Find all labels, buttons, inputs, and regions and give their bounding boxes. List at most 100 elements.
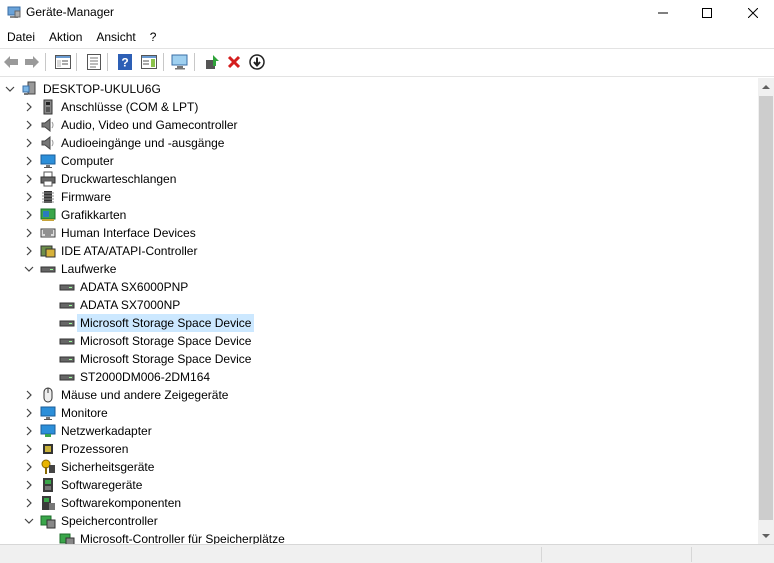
chevron-right-icon[interactable]	[24, 426, 34, 436]
chevron-right-icon[interactable]	[24, 192, 34, 202]
help-icon[interactable]: ?	[115, 52, 135, 72]
chevron-right-icon[interactable]	[24, 102, 34, 112]
display-adapter-icon	[40, 207, 56, 223]
tree-category-sicherheitsger-te[interactable]: Sicherheitsgeräte	[0, 458, 157, 476]
tree-category-label: Grafikkarten	[61, 208, 127, 222]
tree-category-computer[interactable]: Computer	[0, 152, 117, 170]
tree-device-item[interactable]: ADATA SX7000NP	[0, 296, 183, 314]
update-driver-icon[interactable]	[202, 52, 222, 72]
status-bar	[0, 544, 774, 563]
chevron-right-icon[interactable]	[24, 246, 34, 256]
scrollbar-thumb[interactable]	[759, 96, 773, 520]
tree-category-prozessoren[interactable]: Prozessoren	[0, 440, 131, 458]
show-hide-tree-icon[interactable]	[53, 52, 73, 72]
scan-hardware-icon[interactable]	[170, 52, 190, 72]
tree-device-item[interactable]: ST2000DM006-2DM164	[0, 368, 213, 386]
printer-icon	[40, 171, 56, 187]
chevron-right-icon[interactable]	[24, 156, 34, 166]
scroll-down-arrow-icon[interactable]	[758, 527, 774, 544]
tree-category-label: Audioeingänge und -ausgänge	[61, 136, 225, 150]
device-tree: DESKTOP-UKULU6G Anschlüsse (COM & LPT) Au…	[0, 78, 758, 544]
software-device-icon	[40, 477, 56, 493]
tree-category-softwarekomponenten[interactable]: Softwarekomponenten	[0, 494, 184, 512]
toolbar-divider	[0, 76, 774, 77]
monitor-icon	[40, 405, 56, 421]
software-component-icon	[40, 495, 56, 511]
tree-device-item[interactable]: ADATA SX6000PNP	[0, 278, 191, 296]
chevron-right-icon[interactable]	[24, 228, 34, 238]
chevron-right-icon[interactable]	[24, 120, 34, 130]
chevron-right-icon[interactable]	[24, 444, 34, 454]
tree-category-softwareger-te[interactable]: Softwaregeräte	[0, 476, 145, 494]
tree-category-label: Monitore	[61, 406, 108, 420]
status-pane	[541, 547, 691, 562]
menu-ansicht[interactable]: Ansicht	[89, 27, 142, 47]
close-button[interactable]	[730, 0, 774, 26]
disable-device-icon[interactable]	[247, 52, 267, 72]
menu-datei[interactable]: Datei	[0, 27, 42, 47]
speaker-icon	[40, 117, 56, 133]
scroll-up-arrow-icon[interactable]	[758, 78, 774, 95]
tree-root[interactable]: DESKTOP-UKULU6G	[0, 80, 164, 98]
chevron-down-icon[interactable]	[24, 264, 34, 274]
chevron-right-icon[interactable]	[24, 138, 34, 148]
network-adapter-icon	[40, 423, 56, 439]
uninstall-device-icon[interactable]	[224, 52, 244, 72]
tree-category-label: Human Interface Devices	[61, 226, 196, 240]
disk-drive-icon	[59, 279, 75, 295]
tree-category-label: IDE ATA/ATAPI-Controller	[61, 244, 198, 258]
maximize-button[interactable]	[684, 0, 730, 26]
tree-device-item[interactable]: Microsoft-Controller für Speicherplätze	[0, 530, 288, 544]
tree-category-m-use-und-andere-zeigeger-te[interactable]: Mäuse und andere Zeigegeräte	[0, 386, 231, 404]
tree-category-human-interface-devices[interactable]: Human Interface Devices	[0, 224, 199, 242]
minimize-button[interactable]	[640, 0, 686, 26]
tree-device-label: Microsoft Storage Space Device	[80, 352, 252, 366]
tree-category-label: Druckwarteschlangen	[61, 172, 177, 186]
tree-device-label: ST2000DM006-2DM164	[80, 370, 211, 384]
tree-category-audio-video-und-gamecontroller[interactable]: Audio, Video und Gamecontroller	[0, 116, 241, 134]
tree-device-item[interactable]: Microsoft Storage Space Device	[0, 350, 254, 368]
menu-help[interactable]: ?	[143, 27, 164, 47]
properties-icon[interactable]	[84, 52, 104, 72]
tree-device-label: ADATA SX6000PNP	[80, 280, 189, 294]
tree-category-firmware[interactable]: Firmware	[0, 188, 114, 206]
tree-category-label: Netzwerkadapter	[61, 424, 152, 438]
tree-category-laufwerke[interactable]: Laufwerke	[0, 260, 119, 278]
chevron-down-icon[interactable]	[5, 84, 15, 94]
tree-category-anschl-sse-com-lpt[interactable]: Anschlüsse (COM & LPT)	[0, 98, 201, 116]
menu-aktion[interactable]: Aktion	[42, 27, 89, 47]
vertical-scrollbar[interactable]	[758, 78, 774, 544]
tree-category-label: Laufwerke	[61, 262, 117, 276]
menu-bar: Datei Aktion Ansicht ?	[0, 27, 163, 47]
chevron-right-icon[interactable]	[24, 480, 34, 490]
back-arrow-icon[interactable]	[1, 52, 21, 72]
toolbar: ?	[0, 50, 774, 74]
tree-category-grafikkarten[interactable]: Grafikkarten	[0, 206, 129, 224]
chevron-down-icon[interactable]	[24, 516, 34, 526]
chevron-right-icon[interactable]	[24, 462, 34, 472]
tree-category-speichercontroller[interactable]: Speichercontroller	[0, 512, 161, 530]
show-hide-action-pane-icon[interactable]	[139, 52, 159, 72]
chevron-right-icon[interactable]	[24, 210, 34, 220]
title-bar: Geräte-Manager	[0, 0, 774, 26]
tree-category-netzwerkadapter[interactable]: Netzwerkadapter	[0, 422, 155, 440]
chevron-right-icon[interactable]	[24, 390, 34, 400]
tree-device-item[interactable]: Microsoft Storage Space Device	[0, 314, 255, 332]
disk-drive-icon	[59, 369, 75, 385]
security-key-icon	[40, 459, 56, 475]
tree-category-audioeing-nge-und-ausg-nge[interactable]: Audioeingänge und -ausgänge	[0, 134, 227, 152]
processor-icon	[40, 441, 56, 457]
chevron-right-icon[interactable]	[24, 174, 34, 184]
tree-device-item[interactable]: Microsoft Storage Space Device	[0, 332, 254, 350]
tree-category-druckwarteschlangen[interactable]: Druckwarteschlangen	[0, 170, 179, 188]
tree-device-label: Microsoft Storage Space Device	[77, 314, 255, 332]
chevron-right-icon[interactable]	[24, 498, 34, 508]
disk-drive-icon	[59, 315, 75, 331]
forward-arrow-icon[interactable]	[22, 52, 42, 72]
tree-category-monitore[interactable]: Monitore	[0, 404, 111, 422]
tree-category-ide-ata-atapi-controller[interactable]: IDE ATA/ATAPI-Controller	[0, 242, 200, 260]
tree-category-label: Softwaregeräte	[61, 478, 143, 492]
chevron-right-icon[interactable]	[24, 408, 34, 418]
storage-controller-icon	[59, 531, 75, 544]
status-pane	[691, 547, 774, 562]
